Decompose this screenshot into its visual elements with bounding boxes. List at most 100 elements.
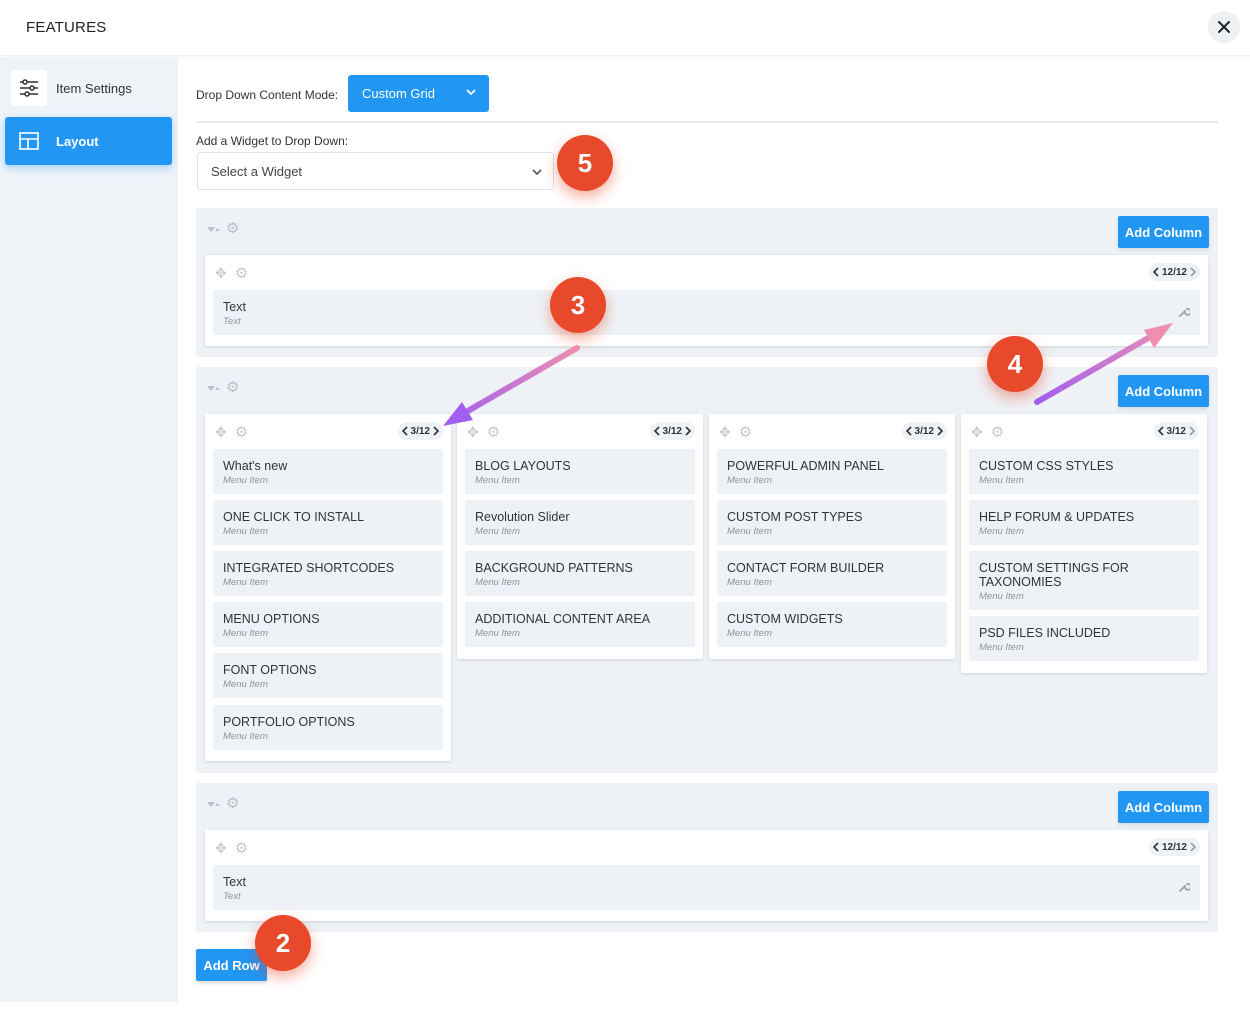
- move-icon[interactable]: ✥: [215, 840, 227, 857]
- menu-item[interactable]: ONE CLICK TO INSTALL Menu Item: [213, 500, 443, 545]
- item-title: What's new: [223, 459, 288, 473]
- chevron-right-icon[interactable]: [936, 426, 944, 436]
- menu-item[interactable]: HELP FORUM & UPDATES Menu Item: [969, 500, 1199, 545]
- item-title: Text: [223, 300, 246, 314]
- menu-item[interactable]: Revolution Slider Menu Item: [465, 500, 695, 545]
- menu-item[interactable]: FONT OPTIONS Menu Item: [213, 653, 443, 698]
- move-icon[interactable]: ✥: [215, 265, 227, 282]
- chevron-left-icon[interactable]: [905, 426, 913, 436]
- layout-icon: [11, 123, 47, 159]
- item-subtitle: Menu Item: [223, 731, 268, 742]
- gear-icon[interactable]: ⚙: [991, 423, 1004, 441]
- column-span-value: 3/12: [410, 425, 430, 437]
- menu-item[interactable]: POWERFUL ADMIN PANEL Menu Item: [717, 449, 947, 494]
- item-title: Text: [223, 875, 246, 889]
- close-button[interactable]: [1208, 11, 1240, 43]
- item-title: INTEGRATED SHORTCODES: [223, 561, 395, 575]
- row-controls: ⚙: [206, 380, 239, 395]
- column-controls: ✥ ⚙: [719, 423, 752, 442]
- collapse-icon[interactable]: [206, 383, 220, 393]
- menu-item[interactable]: INTEGRATED SHORTCODES Menu Item: [213, 551, 443, 596]
- chevron-right-icon[interactable]: [684, 426, 692, 436]
- add-column-button[interactable]: Add Column: [1118, 375, 1209, 407]
- column-span-value: 12/12: [1161, 266, 1187, 278]
- dialog-title: FEATURES: [26, 19, 107, 36]
- chevron-left-icon[interactable]: [1157, 426, 1165, 436]
- wrench-icon[interactable]: [1178, 306, 1190, 318]
- chevron-left-icon[interactable]: [1152, 267, 1160, 277]
- add-column-button[interactable]: Add Column: [1118, 791, 1209, 823]
- column-controls: ✥ ⚙: [971, 423, 1004, 442]
- move-icon[interactable]: ✥: [719, 424, 731, 441]
- wrench-icon[interactable]: [1178, 881, 1190, 893]
- sidebar-item-item-settings[interactable]: Item Settings: [5, 64, 172, 112]
- gear-icon[interactable]: ⚙: [235, 839, 248, 857]
- item-title: PORTFOLIO OPTIONS: [223, 715, 355, 729]
- menu-item[interactable]: CUSTOM POST TYPES Menu Item: [717, 500, 947, 545]
- column-span-value: 12/12: [1161, 841, 1187, 853]
- layout-column: ✥ ⚙ 12/12 Text Text: [205, 255, 1208, 346]
- gear-icon[interactable]: ⚙: [487, 423, 500, 441]
- gear-icon[interactable]: ⚙: [226, 796, 239, 811]
- gear-icon[interactable]: ⚙: [739, 423, 752, 441]
- column-span-value: 3/12: [662, 425, 682, 437]
- layout-row: ⚙ Add Column ✥ ⚙ 12/12 Text Text: [196, 783, 1218, 932]
- chevron-right-icon[interactable]: [1189, 842, 1197, 852]
- gear-icon[interactable]: ⚙: [235, 423, 248, 441]
- menu-item[interactable]: CONTACT FORM BUILDER Menu Item: [717, 551, 947, 596]
- gear-icon[interactable]: ⚙: [226, 380, 239, 395]
- item-subtitle: Menu Item: [727, 475, 772, 486]
- chevron-right-icon[interactable]: [1188, 426, 1196, 436]
- column-span-control: 3/12: [649, 422, 695, 440]
- gear-icon[interactable]: ⚙: [226, 221, 239, 236]
- dropdown-mode-select[interactable]: Custom Grid: [348, 75, 489, 112]
- sidebar: Item Settings Layout: [0, 57, 178, 1002]
- widget-item[interactable]: Text Text: [213, 290, 1200, 335]
- widget-item[interactable]: Text Text: [213, 865, 1200, 910]
- move-icon[interactable]: ✥: [215, 424, 227, 441]
- item-subtitle: Text: [223, 891, 241, 902]
- menu-item[interactable]: PORTFOLIO OPTIONS Menu Item: [213, 705, 443, 750]
- chevron-left-icon[interactable]: [1152, 842, 1160, 852]
- sliders-icon: [11, 70, 47, 106]
- layout-row: ⚙ Add Column ✥ ⚙ 12/12 Text Text: [196, 208, 1218, 357]
- add-column-button[interactable]: Add Column: [1118, 216, 1209, 248]
- add-widget-label: Add a Widget to Drop Down:: [196, 134, 349, 148]
- menu-item[interactable]: CUSTOM WIDGETS Menu Item: [717, 602, 947, 647]
- menu-item[interactable]: CUSTOM SETTINGS FOR TAXONOMIES Menu Item: [969, 551, 1199, 610]
- collapse-icon[interactable]: [206, 224, 220, 234]
- widget-select-placeholder: Select a Widget: [211, 163, 303, 179]
- column-controls: ✥ ⚙: [215, 839, 248, 858]
- layout-column: ✥ ⚙ 3/12 POWERFUL ADMIN PANEL Menu Item C…: [709, 414, 955, 659]
- chevron-right-icon[interactable]: [432, 426, 440, 436]
- layout-column: ✥ ⚙ 3/12 What's new Menu Item ONE CLICK T…: [205, 414, 451, 761]
- move-icon[interactable]: ✥: [467, 424, 479, 441]
- menu-item[interactable]: ADDITIONAL CONTENT AREA Menu Item: [465, 602, 695, 647]
- menu-item[interactable]: BLOG LAYOUTS Menu Item: [465, 449, 695, 494]
- item-title: Revolution Slider: [475, 510, 570, 524]
- chevron-left-icon[interactable]: [401, 426, 409, 436]
- column-span-value: 3/12: [1166, 425, 1186, 437]
- menu-item[interactable]: PSD FILES INCLUDED Menu Item: [969, 616, 1199, 661]
- main-panel: Drop Down Content Mode: Custom Grid Add …: [178, 57, 1250, 1011]
- menu-item[interactable]: MENU OPTIONS Menu Item: [213, 602, 443, 647]
- item-subtitle: Menu Item: [727, 628, 772, 639]
- chevron-left-icon[interactable]: [653, 426, 661, 436]
- sidebar-item-label: Item Settings: [56, 80, 132, 96]
- layout-column: ✥ ⚙ 12/12 Text Text: [205, 830, 1208, 921]
- layout-column: ✥ ⚙ 3/12 BLOG LAYOUTS Menu Item Revolutio…: [457, 414, 703, 659]
- menu-item[interactable]: CUSTOM CSS STYLES Menu Item: [969, 449, 1199, 494]
- move-icon[interactable]: ✥: [971, 424, 983, 441]
- item-subtitle: Menu Item: [223, 628, 268, 639]
- gear-icon[interactable]: ⚙: [235, 264, 248, 282]
- item-title: PSD FILES INCLUDED: [979, 626, 1111, 640]
- widget-select[interactable]: Select a Widget: [197, 152, 554, 190]
- chevron-down-icon: [532, 169, 542, 176]
- menu-item[interactable]: BACKGROUND PATTERNS Menu Item: [465, 551, 695, 596]
- sidebar-item-layout[interactable]: Layout: [5, 117, 172, 165]
- menu-item[interactable]: What's new Menu Item: [213, 449, 443, 494]
- item-subtitle: Menu Item: [475, 577, 520, 588]
- collapse-icon[interactable]: [206, 799, 220, 809]
- column-span-control: 12/12: [1148, 263, 1200, 281]
- chevron-right-icon[interactable]: [1189, 267, 1197, 277]
